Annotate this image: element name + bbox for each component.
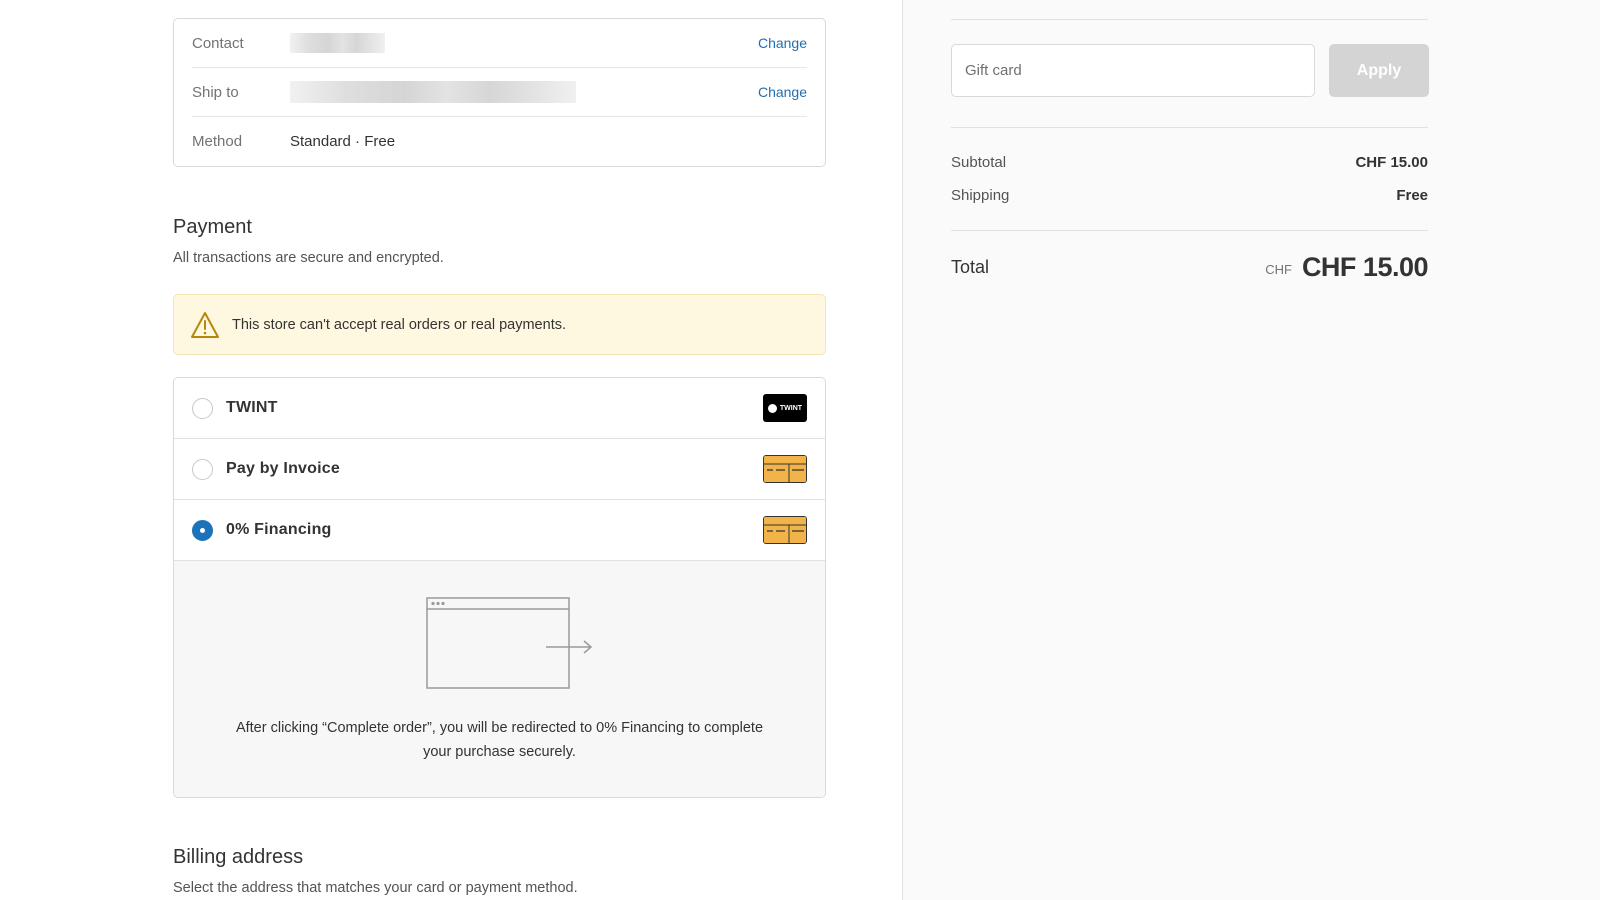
- contact-value-redacted: [290, 33, 758, 53]
- payment-subtitle: All transactions are secure and encrypte…: [173, 250, 444, 266]
- total-row: Total CHF CHF 15.00: [951, 252, 1429, 283]
- billing-subtitle: Select the address that matches your car…: [173, 880, 578, 896]
- redacted-block: [290, 33, 385, 53]
- warning-icon: [191, 311, 219, 338]
- warning-text: This store can't accept real orders or r…: [232, 316, 566, 333]
- checkout-main: Contact Change Ship to Change Method Sta…: [0, 0, 903, 900]
- test-store-warning: This store can't accept real orders or r…: [173, 294, 826, 355]
- subtotal-row: Subtotal CHF 15.00: [951, 154, 1428, 171]
- radio-button[interactable]: [192, 458, 213, 480]
- subtotal-value: CHF 15.00: [1355, 154, 1428, 171]
- gift-card-input[interactable]: [951, 44, 1315, 97]
- payment-option-label: TWINT: [226, 399, 278, 416]
- redacted-block: [290, 81, 576, 103]
- total-value: CHF 15.00: [1301, 252, 1429, 282]
- payment-option-twint[interactable]: TWINT TWINT: [174, 378, 825, 439]
- method-label: Method: [192, 133, 243, 150]
- shipping-label: Shipping: [951, 187, 1010, 204]
- apply-button[interactable]: Apply: [1329, 44, 1429, 97]
- ship-to-row: Ship to Change: [192, 68, 807, 117]
- contact-label: Contact: [192, 34, 244, 52]
- ship-to-value-redacted: [290, 81, 758, 103]
- divider: [951, 127, 1428, 128]
- ship-to-label: Ship to: [192, 83, 239, 101]
- order-summary-sidebar: Apply Subtotal CHF 15.00 Shipping Free T…: [902, 0, 1600, 900]
- subtotal-label: Subtotal: [951, 154, 1007, 171]
- review-summary: Contact Change Ship to Change Method Sta…: [173, 18, 826, 167]
- total-label: Total: [951, 257, 990, 277]
- generic-card-icon: [763, 455, 807, 483]
- total-amount: CHF CHF 15.00: [1265, 252, 1428, 283]
- billing-title: Billing address: [173, 846, 304, 868]
- radio-button[interactable]: [192, 397, 213, 419]
- payment-option-financing[interactable]: 0% Financing: [174, 500, 825, 561]
- radio-button-selected[interactable]: [192, 519, 213, 541]
- total-currency: CHF: [1265, 262, 1292, 277]
- divider: [951, 230, 1428, 231]
- redirect-text: After clicking “Complete order”, you wil…: [235, 720, 764, 760]
- payment-option-invoice[interactable]: Pay by Invoice: [174, 439, 825, 500]
- twint-logo-icon: TWINT: [763, 394, 807, 422]
- generic-card-icon: [763, 516, 807, 544]
- change-ship-to-link[interactable]: Change: [758, 84, 807, 100]
- change-contact-link[interactable]: Change: [758, 35, 807, 51]
- shipping-row: Shipping Free: [951, 187, 1428, 204]
- payment-title: Payment: [173, 216, 252, 238]
- method-row: Method Standard · Free: [192, 117, 807, 166]
- contact-row: Contact Change: [192, 19, 807, 68]
- shipping-value: Free: [1396, 187, 1428, 204]
- payment-methods: TWINT TWINT Pay by Invoice 0% Financing: [173, 377, 826, 798]
- financing-details: After clicking “Complete order”, you wil…: [174, 561, 825, 797]
- redirect-browser-icon: [426, 597, 593, 689]
- payment-option-label: 0% Financing: [226, 521, 332, 538]
- divider: [951, 19, 1428, 20]
- method-value: Standard · Free: [290, 133, 396, 150]
- payment-option-label: Pay by Invoice: [226, 460, 340, 477]
